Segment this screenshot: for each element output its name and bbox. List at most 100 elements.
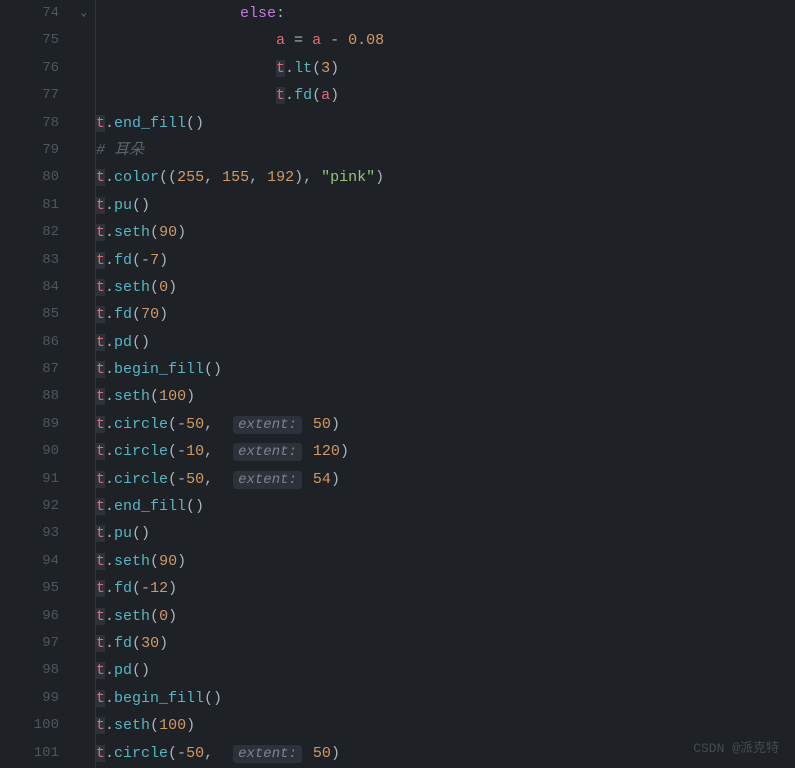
line-number: 101: [0, 740, 95, 767]
code-line[interactable]: t.begin_fill(): [96, 356, 795, 383]
line-number: 76: [0, 55, 95, 82]
token-fn: end_fill: [114, 115, 186, 132]
token-fn: seth: [114, 388, 150, 405]
code-line[interactable]: a = a - 0.08: [96, 27, 795, 54]
token-num: 255: [177, 169, 204, 186]
code-line[interactable]: t.fd(a): [96, 82, 795, 109]
code-line[interactable]: t.circle(-50, extent: 50): [96, 411, 795, 438]
line-number: 94: [0, 548, 95, 575]
line-number: 88: [0, 383, 95, 410]
token-op: .: [105, 553, 114, 570]
token-op: [304, 416, 313, 433]
token-var: t: [96, 197, 105, 214]
token-op: (-: [132, 252, 150, 269]
token-fn: fd: [114, 252, 132, 269]
token-var: t: [96, 635, 105, 652]
code-line[interactable]: t.seth(100): [96, 383, 795, 410]
token-op: .: [105, 498, 114, 515]
code-line[interactable]: t.circle(-50, extent: 50): [96, 740, 795, 767]
token-fn: fd: [114, 580, 132, 597]
token-op: ((: [159, 169, 177, 186]
token-op: ): [177, 224, 186, 241]
token-op: ,: [204, 471, 231, 488]
code-line[interactable]: t.circle(-10, extent: 120): [96, 438, 795, 465]
token-op: .: [105, 662, 114, 679]
token-kw: else: [240, 5, 276, 22]
code-line[interactable]: else:: [96, 0, 795, 27]
watermark: CSDN @派克特: [693, 737, 779, 756]
token-var: t: [96, 224, 105, 241]
inline-hint: extent:: [233, 443, 302, 461]
token-op: (): [186, 115, 204, 132]
token-op: (): [204, 690, 222, 707]
code-line[interactable]: t.seth(0): [96, 603, 795, 630]
token-op: (-: [132, 580, 150, 597]
line-number: 84: [0, 274, 95, 301]
token-fn: seth: [114, 608, 150, 625]
line-number: 100: [0, 712, 95, 739]
token-var: t: [96, 745, 105, 762]
code-line[interactable]: t.seth(100): [96, 712, 795, 739]
token-op: (): [186, 498, 204, 515]
token-op: (: [150, 717, 159, 734]
token-op: (: [150, 553, 159, 570]
code-area[interactable]: else: a = a - 0.08 t.lt(3) t.fd(a)t.end_…: [95, 0, 795, 768]
token-op: .: [105, 115, 114, 132]
token-op: ): [168, 608, 177, 625]
token-op: ): [177, 553, 186, 570]
code-line[interactable]: t.circle(-50, extent: 54): [96, 466, 795, 493]
token-op: (: [150, 608, 159, 625]
code-line[interactable]: t.fd(-7): [96, 247, 795, 274]
line-number: 80: [0, 164, 95, 191]
code-line[interactable]: t.pu(): [96, 520, 795, 547]
code-line[interactable]: t.seth(90): [96, 548, 795, 575]
code-line[interactable]: t.fd(70): [96, 301, 795, 328]
token-fn: circle: [114, 471, 168, 488]
code-line[interactable]: t.end_fill(): [96, 110, 795, 137]
code-line[interactable]: t.lt(3): [96, 55, 795, 82]
token-num: 7: [150, 252, 159, 269]
token-var: t: [96, 279, 105, 296]
code-line[interactable]: t.pu(): [96, 192, 795, 219]
token-fn: pu: [114, 197, 132, 214]
code-line[interactable]: t.pd(): [96, 329, 795, 356]
code-line[interactable]: t.seth(0): [96, 274, 795, 301]
token-fn: pd: [114, 662, 132, 679]
token-num: 192: [267, 169, 294, 186]
token-cmt: # 耳朵: [96, 142, 144, 159]
chevron-down-icon[interactable]: ⌄: [80, 0, 87, 27]
code-line[interactable]: t.color((255, 155, 192), "pink"): [96, 164, 795, 191]
line-number: 97: [0, 630, 95, 657]
line-number: 87: [0, 356, 95, 383]
code-line[interactable]: t.end_fill(): [96, 493, 795, 520]
token-num: 50: [313, 416, 331, 433]
token-var: t: [96, 498, 105, 515]
code-line[interactable]: # 耳朵: [96, 137, 795, 164]
token-var: t: [96, 690, 105, 707]
code-line[interactable]: t.begin_fill(): [96, 685, 795, 712]
token-op: ): [159, 306, 168, 323]
token-num: 3: [321, 60, 330, 77]
token-num: 10: [186, 443, 204, 460]
token-num: 155: [222, 169, 249, 186]
token-num: 54: [313, 471, 331, 488]
code-editor[interactable]: 74⌄7576777879808182838485868788899091929…: [0, 0, 795, 768]
line-number: 93: [0, 520, 95, 547]
token-op: .: [105, 334, 114, 351]
line-number: 89: [0, 411, 95, 438]
code-line[interactable]: t.pd(): [96, 657, 795, 684]
token-num: 100: [159, 388, 186, 405]
code-line[interactable]: t.seth(90): [96, 219, 795, 246]
token-var: t: [96, 388, 105, 405]
token-num: 0.08: [348, 32, 384, 49]
token-op: ): [331, 745, 340, 762]
token-op: .: [105, 252, 114, 269]
token-op: .: [105, 224, 114, 241]
token-op: ): [168, 279, 177, 296]
code-line[interactable]: t.fd(-12): [96, 575, 795, 602]
token-op: ): [330, 87, 339, 104]
line-number: 75: [0, 27, 95, 54]
token-op: =: [285, 32, 312, 49]
code-line[interactable]: t.fd(30): [96, 630, 795, 657]
inline-hint: extent:: [233, 745, 302, 763]
